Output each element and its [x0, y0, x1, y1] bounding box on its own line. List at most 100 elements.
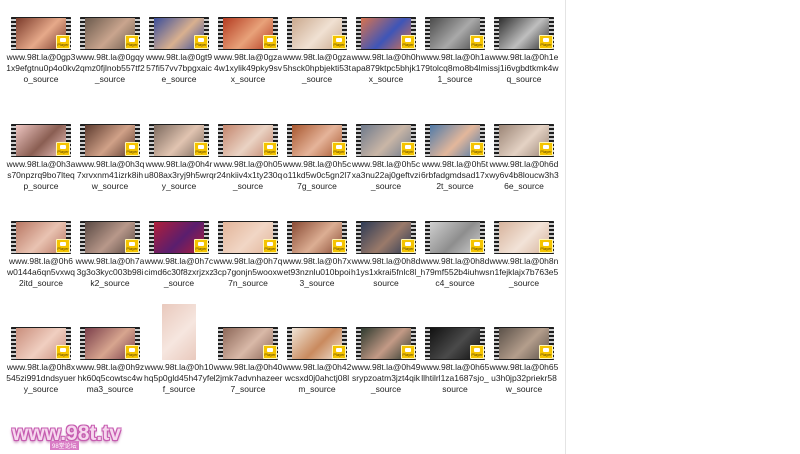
video-thumbnail: Player	[11, 221, 71, 254]
file-item[interactable]: Player www.98t.la@0h05r24nkiiv4x1ty230q_s…	[213, 124, 283, 192]
video-thumbnail: Player	[287, 221, 347, 254]
video-thumbnail: Player	[356, 221, 416, 254]
file-item[interactable]: Player www.98t.la@0h5cxa3nu22aj0geftvzi_s…	[351, 124, 421, 192]
video-thumbnail: Player	[356, 327, 416, 360]
video-thumbnail: Player	[494, 17, 554, 50]
player-app-icon: Player	[194, 239, 208, 253]
video-thumbnail: Player	[287, 124, 347, 157]
file-item[interactable]: Player www.98t.la@0gza4w1xylik49pky9svx_s…	[213, 17, 283, 85]
file-item[interactable]: Player www.98t.la@0h8dh79mf552b4iuhwsc4_s…	[420, 221, 490, 289]
file-name: www.98t.la@0h7ccimd6c30f8zxrjzxz_source	[144, 256, 214, 288]
file-item[interactable]: Player www.98t.la@0h42wcsxd0j0ahctj08lm_s…	[282, 327, 352, 395]
player-app-icon: Player	[332, 35, 346, 49]
file-item[interactable]: www.98t.la@0h10hq5p0gld45h47yfef_source	[144, 304, 214, 395]
file-name: www.98t.la@0h1a79tolcq8mo8b4lmi1_source	[420, 52, 490, 84]
file-item[interactable]: Player www.98t.la@0gqy2qmz0fjlnob557tf2_s…	[75, 17, 145, 85]
video-thumbnail: Player	[11, 327, 71, 360]
file-name: www.98t.la@0h5t6rbfadgmdsad17x2t_source	[420, 159, 490, 191]
player-app-icon: Player	[470, 345, 484, 359]
file-name: www.98t.la@0h8nn1fejklajx7b763e5_source	[489, 256, 559, 288]
video-thumbnail: Player	[494, 124, 554, 157]
player-app-icon: Player	[125, 345, 139, 359]
file-item[interactable]: Player www.98t.la@0h4ru808ax3ryj9h5wrqy_s…	[144, 124, 214, 192]
film-strip-left	[149, 221, 154, 254]
player-app-icon: Player	[539, 345, 553, 359]
film-strip-left	[218, 17, 223, 50]
file-item[interactable]: Player www.98t.la@0h6w0144a6qn5vxwq2itd_s…	[6, 221, 76, 289]
file-item[interactable]: Player www.98t.la@0gza5hsck0hpbjekti53t_s…	[282, 17, 352, 85]
player-app-icon: Player	[539, 239, 553, 253]
file-item[interactable]: Player www.98t.la@0gt957fi57vv7bpgxaice_s…	[144, 17, 214, 85]
player-app-icon: Player	[539, 142, 553, 156]
file-item[interactable]: Player www.98t.la@0h7q3cp7gonjn5wooxw7n_s…	[213, 221, 283, 289]
player-app-icon: Player	[56, 345, 70, 359]
film-strip-left	[11, 221, 16, 254]
video-thumbnail: Player	[425, 124, 485, 157]
player-app-icon: Player	[332, 345, 346, 359]
file-item[interactable]: Player www.98t.la@0h6dwy6v4b8loucw3h36e_s…	[489, 124, 559, 192]
file-item[interactable]: Player www.98t.la@0h8nn1fejklajx7b763e5_s…	[489, 221, 559, 289]
video-thumbnail	[162, 304, 196, 360]
film-strip-left	[356, 124, 361, 157]
film-strip-left	[494, 327, 499, 360]
file-item[interactable]: Player www.98t.la@0h5co11kd5w0c5gn2l77g_s…	[282, 124, 352, 192]
file-item[interactable]: Player www.98t.la@0h8dh1ys1xkrai5fnlc8l_s…	[351, 221, 421, 289]
player-app-icon: Player	[125, 142, 139, 156]
video-thumbnail: Player	[494, 221, 554, 254]
film-strip-left	[494, 124, 499, 157]
video-thumbnail: Player	[149, 17, 209, 50]
video-thumbnail: Player	[287, 327, 347, 360]
file-item[interactable]: Player www.98t.la@0h40l2jmk7advnhazeer7_s…	[213, 327, 283, 395]
film-strip-left	[425, 17, 430, 50]
video-thumbnail: Player	[425, 17, 485, 50]
file-name: www.98t.la@0h49srypzoatm3jzt4qik_source	[351, 362, 421, 394]
player-app-icon: Player	[125, 239, 139, 253]
file-name: www.98t.la@0h40l2jmk7advnhazeer7_source	[213, 362, 283, 394]
file-item[interactable]: Player www.98t.la@0h0hapa879ktpc5bhjk1x_s…	[351, 17, 421, 85]
film-strip-left	[11, 327, 16, 360]
file-name: www.98t.la@0h7a3g3o3kyc003b98ik2_source	[75, 256, 145, 288]
vertical-scrollbar[interactable]	[565, 0, 566, 454]
file-item[interactable]: Player www.98t.la@0h7a3g3o3kyc003b98ik2_s…	[75, 221, 145, 289]
player-app-icon: Player	[194, 142, 208, 156]
file-item[interactable]: Player www.98t.la@0h1essj1i6vgbdtkmk4wq_s…	[489, 17, 559, 85]
file-name: www.98t.la@0gqy2qmz0fjlnob557tf2_source	[75, 52, 145, 84]
film-strip-left	[287, 327, 292, 360]
file-item[interactable]: Player www.98t.la@0gp31x9efgtnu0p4o0kvo_s…	[6, 17, 76, 85]
video-thumbnail: Player	[80, 17, 140, 50]
file-name: www.98t.la@0gza4w1xylik49pky9svx_source	[213, 52, 283, 84]
file-name: www.98t.la@0h1essj1i6vgbdtkmk4wq_source	[489, 52, 559, 84]
file-item[interactable]: Player www.98t.la@0h1a79tolcq8mo8b4lmi1_s…	[420, 17, 490, 85]
file-name: www.98t.la@0h5co11kd5w0c5gn2l77g_source	[282, 159, 352, 191]
player-app-icon: Player	[263, 239, 277, 253]
file-item[interactable]: Player www.98t.la@0h3q7xrvxnm41izrk8ihw_s…	[75, 124, 145, 192]
film-strip-left	[149, 17, 154, 50]
player-app-icon: Player	[470, 142, 484, 156]
player-app-icon: Player	[401, 345, 415, 359]
player-app-icon: Player	[56, 239, 70, 253]
film-strip-left	[80, 221, 85, 254]
file-name: www.98t.la@0h8dh79mf552b4iuhwsc4_source	[420, 256, 490, 288]
file-item[interactable]: Player www.98t.la@0h7ccimd6c30f8zxrjzxz_s…	[144, 221, 214, 289]
file-item[interactable]: Player www.98t.la@0h7xet93nznlu010bpoi3_s…	[282, 221, 352, 289]
player-app-icon: Player	[263, 142, 277, 156]
file-item[interactable]: Player www.98t.la@0h65u3h0jp32priekr58w_s…	[489, 327, 559, 395]
file-item[interactable]: Player www.98t.la@0h49srypzoatm3jzt4qik_s…	[351, 327, 421, 395]
video-thumbnail: Player	[425, 221, 485, 254]
file-name: www.98t.la@0h42wcsxd0j0ahctj08lm_source	[282, 362, 352, 394]
film-strip-left	[218, 221, 223, 254]
watermark-subtext: 98堂论坛	[50, 441, 79, 450]
film-strip-left	[287, 17, 292, 50]
file-item[interactable]: Player www.98t.la@0h5t6rbfadgmdsad17x2t_s…	[420, 124, 490, 192]
file-name: www.98t.la@0h5cxa3nu22aj0geftvzi_source	[351, 159, 421, 191]
player-app-icon: Player	[401, 142, 415, 156]
file-item[interactable]: Player www.98t.la@0h8x545zi991dndsyuery_s…	[6, 327, 76, 395]
file-item[interactable]: Player www.98t.la@0h9zhk60q5cowtsc4wma3_s…	[75, 327, 145, 395]
file-name: www.98t.la@0gza5hsck0hpbjekti53t_source	[282, 52, 352, 84]
film-strip-left	[287, 221, 292, 254]
file-item[interactable]: Player www.98t.la@0h3as70npzrq9bo7lteqp_s…	[6, 124, 76, 192]
file-item[interactable]: Player www.98t.la@0h65llhtilrl1za1687sjo_…	[420, 327, 490, 395]
player-app-icon: Player	[470, 35, 484, 49]
video-thumbnail: Player	[11, 124, 71, 157]
file-name: www.98t.la@0h8x545zi991dndsyuery_source	[6, 362, 76, 394]
